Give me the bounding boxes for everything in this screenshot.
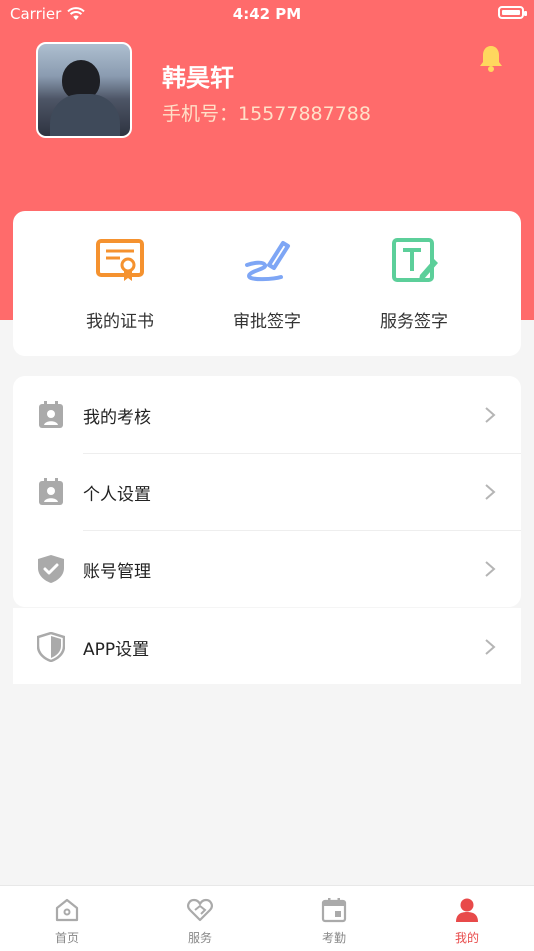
quick-actions-card: 我的证书 审批签字 服务签字: [13, 211, 521, 356]
chevron-right-icon: [485, 407, 496, 423]
tab-label: 我的: [454, 931, 479, 945]
clock: 4:42 PM: [232, 5, 302, 23]
chevron-right-icon: [485, 561, 496, 577]
home-icon: [55, 898, 79, 922]
text-edit-icon: [392, 238, 438, 282]
quick-action-approval-sign[interactable]: 审批签字: [192, 235, 342, 332]
quick-action-certificate[interactable]: 我的证书: [45, 235, 195, 332]
menu-item-my-assessment[interactable]: 我的考核: [13, 376, 521, 453]
user-name: 韩昊轩: [162, 64, 234, 92]
quick-action-label: 服务签字: [380, 312, 448, 332]
app-settings-menu: APP设置: [13, 608, 521, 684]
chevron-right-icon: [485, 484, 496, 500]
battery-icon: [498, 6, 527, 19]
tab-bar: 首页 服务 考勤 我的: [0, 885, 534, 951]
tab-home[interactable]: 首页: [27, 896, 107, 946]
status-bar: Carrier 4:42 PM: [0, 0, 534, 28]
tab-label: 服务: [187, 931, 212, 945]
menu-item-label: 我的考核: [83, 408, 151, 428]
clipboard-person-icon: [39, 401, 63, 428]
user-icon: [456, 898, 478, 922]
clipboard-person-icon: [39, 478, 63, 505]
tab-label: 首页: [54, 931, 79, 945]
shield-check-icon: [38, 555, 64, 583]
menu-item-app-settings[interactable]: APP设置: [13, 608, 521, 684]
calendar-icon: [321, 898, 347, 923]
quick-action-label: 审批签字: [233, 312, 301, 332]
user-phone: 手机号：15577887788: [162, 103, 371, 125]
heart-handshake-icon: [187, 898, 213, 922]
avatar[interactable]: [36, 42, 132, 138]
bell-icon[interactable]: [478, 44, 504, 72]
tab-label: 考勤: [321, 931, 346, 945]
tab-mine[interactable]: 我的: [427, 896, 507, 946]
settings-menu: 我的考核 个人设置 账号管理: [13, 376, 521, 607]
menu-item-account-management[interactable]: 账号管理: [13, 530, 521, 607]
menu-item-label: 账号管理: [83, 562, 151, 582]
tab-service[interactable]: 服务: [160, 896, 240, 946]
signature-pen-icon: [245, 241, 290, 282]
shield-icon: [37, 632, 65, 662]
quick-action-service-sign[interactable]: 服务签字: [339, 235, 489, 332]
tab-attendance[interactable]: 考勤: [294, 896, 374, 946]
certificate-icon: [96, 239, 144, 281]
menu-item-label: APP设置: [83, 640, 150, 660]
menu-item-personal-settings[interactable]: 个人设置: [13, 453, 521, 530]
menu-item-label: 个人设置: [83, 485, 151, 505]
quick-action-label: 我的证书: [86, 312, 154, 332]
chevron-right-icon: [485, 639, 496, 655]
